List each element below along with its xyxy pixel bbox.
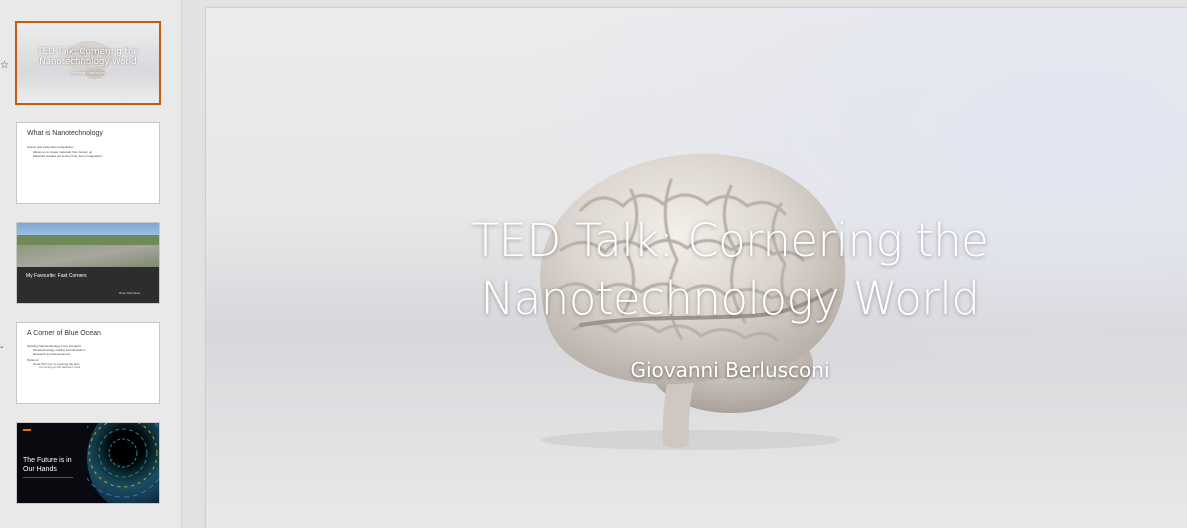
slide-thumbnail-4[interactable]: A Corner of Blue Ocean Tackling Nanotech… bbox=[17, 323, 159, 403]
slide-thumbnail-1[interactable]: TED Talk: Cornering the Nanotechnology W… bbox=[17, 23, 159, 103]
accent-bar bbox=[23, 429, 31, 431]
thumbnail-bullet: Research and Development bbox=[33, 352, 71, 356]
slide-title[interactable]: TED Talk: Cornering the Nanotechnology W… bbox=[440, 212, 1020, 328]
title-underline bbox=[23, 477, 73, 478]
slide-editor-area[interactable]: TED Talk: Cornering the Nanotechnology W… bbox=[182, 0, 1187, 528]
thumbnail-title: What is Nanotechnology bbox=[27, 130, 103, 137]
slide-thumbnail-2[interactable]: What is Nanotechnology Atomic and molecu… bbox=[17, 123, 159, 203]
slide-thumbnail-5[interactable]: The Future is in Our Hands bbox=[17, 423, 159, 503]
thumbnail-bullet: Our working up with fabrication Good bbox=[39, 366, 81, 369]
slide-star-icon: ☆ bbox=[0, 60, 9, 71]
thumbnail-title: TED Talk: Cornering the Nanotechnology W… bbox=[37, 47, 139, 67]
thumbnail-bullet: Atomic and molecular manipulation bbox=[27, 145, 74, 149]
thumbnail-bullet: Materials created are limited only user'… bbox=[33, 154, 102, 158]
hexagon-pattern bbox=[87, 423, 159, 498]
slide-subtitle[interactable]: Giovanni Berlusconi bbox=[540, 358, 920, 382]
thumbnail-subtitle: Giovanni Berlusconi bbox=[70, 70, 106, 75]
slide-canvas[interactable]: TED Talk: Cornering the Nanotechnology W… bbox=[206, 8, 1187, 528]
track-image bbox=[17, 245, 159, 267]
thumbnail-title: A Corner of Blue Ocean bbox=[27, 330, 101, 337]
thumbnail-title: The Future is in Our Hands bbox=[23, 457, 72, 473]
hills-image bbox=[17, 235, 159, 245]
slide-section-marker: - bbox=[0, 342, 4, 353]
thumbnail-caption: Photo: Aldo Kaleva bbox=[119, 292, 141, 295]
slide-thumbnail-pane[interactable]: ☆ TED Talk: Cornering the Nanotechnology… bbox=[0, 0, 182, 528]
thumbnail-title: My Favourite: Fast Corners bbox=[26, 273, 87, 279]
slide-thumbnail-3[interactable]: My Favourite: Fast Corners Photo: Aldo K… bbox=[17, 223, 159, 303]
